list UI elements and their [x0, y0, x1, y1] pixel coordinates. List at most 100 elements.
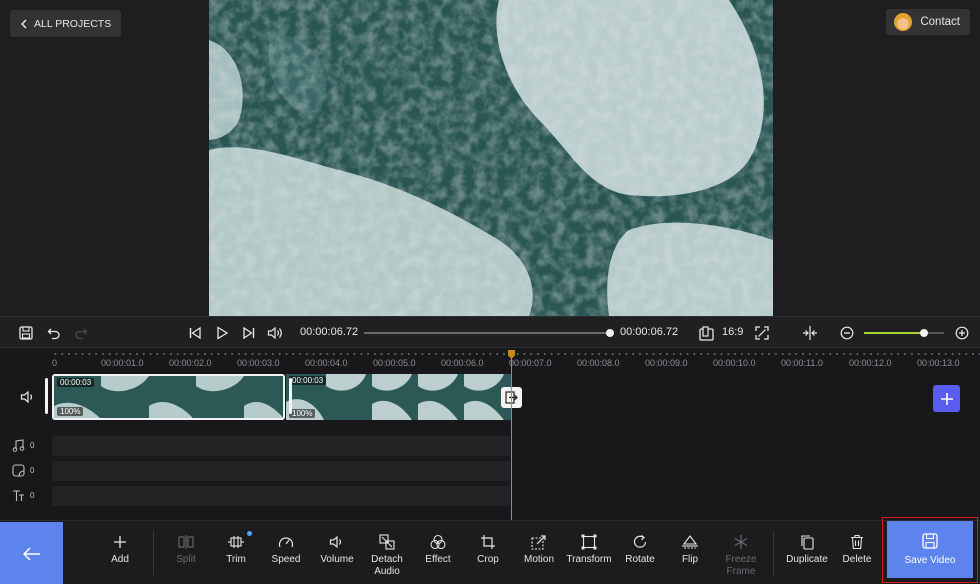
save-video-button[interactable]: Save Video	[887, 521, 973, 578]
split-icon	[177, 533, 195, 551]
snowflake-icon	[732, 533, 750, 551]
ruler-tick: 00:00:12.0	[849, 358, 892, 368]
new-badge-dot	[247, 531, 252, 536]
freeze-frame-tool[interactable]: Freeze Frame	[716, 533, 766, 578]
sticker-track-lane[interactable]	[52, 461, 510, 481]
skip-start-icon[interactable]	[186, 324, 204, 342]
split-tool-label: Split	[176, 554, 196, 565]
ruler-tick: 00:00:11.0	[781, 358, 823, 368]
support-avatar-icon	[894, 13, 913, 31]
split-tool[interactable]: Split	[161, 533, 211, 566]
plus-icon	[940, 392, 953, 405]
crop-tool[interactable]: Crop	[463, 533, 513, 566]
duplicate-icon	[798, 533, 816, 551]
ruler-tick: 00:00:06.0	[441, 358, 484, 368]
zoom-slider-fill	[864, 332, 924, 334]
add-tool[interactable]: Add	[95, 533, 145, 566]
toolbar-divider	[153, 531, 154, 575]
music-track-header[interactable]: 0	[12, 439, 40, 452]
save-project-icon[interactable]	[17, 324, 35, 342]
clip-duration: 00:00:03	[289, 376, 327, 385]
zoom-slider[interactable]	[864, 329, 944, 337]
trim-tool[interactable]: Trim	[211, 531, 261, 566]
text-track-header[interactable]: 0	[12, 489, 40, 502]
music-track-lane[interactable]	[52, 436, 510, 456]
volume-icon	[328, 533, 346, 551]
aspect-ratio-icon[interactable]	[697, 324, 715, 342]
save-video-label: Save Video	[904, 555, 956, 566]
clip-split-handle[interactable]	[289, 378, 292, 414]
playhead[interactable]	[511, 351, 512, 520]
transform-tool-label: Transform	[566, 554, 612, 565]
ruler-tick: 00:00:02.0	[169, 358, 212, 368]
ruler-tick: 00:00:07.0	[509, 358, 552, 368]
delete-tool[interactable]: Delete	[832, 533, 882, 566]
aspect-ratio-label[interactable]: 16:9	[722, 326, 743, 338]
ruler-tick: 00:00:01.0	[101, 358, 144, 368]
detach-audio-icon	[378, 533, 396, 551]
clip-volume: 100%	[289, 409, 316, 418]
duplicate-tool[interactable]: Duplicate	[782, 533, 832, 566]
detach-audio-tool[interactable]: Detach Audio	[362, 533, 412, 578]
sticker-track-header[interactable]: 0	[12, 464, 40, 477]
motion-icon	[530, 533, 548, 551]
speedometer-icon	[277, 533, 295, 551]
fullscreen-icon[interactable]	[753, 324, 771, 342]
playback-bar: 00:00:06.72 00:00:06.72 16:9	[0, 316, 980, 348]
plus-icon	[111, 533, 129, 551]
crop-tool-label: Crop	[477, 554, 499, 565]
video-track: 00:00:03 100% 00:00:03 100%	[52, 374, 512, 420]
ruler-dots	[52, 353, 980, 355]
effect-tool[interactable]: Effect	[413, 533, 463, 566]
rotate-tool[interactable]: Rotate	[615, 533, 665, 566]
volume-tool[interactable]: Volume	[312, 533, 362, 566]
contact-label: Contact	[920, 16, 960, 28]
speed-tool-label: Speed	[271, 554, 301, 565]
zoom-slider-handle[interactable]	[920, 329, 928, 337]
trash-icon	[848, 533, 866, 551]
progress-handle[interactable]	[606, 329, 614, 337]
flip-tool[interactable]: Flip	[665, 533, 715, 566]
collapse-toolbar-button[interactable]	[0, 522, 63, 584]
crop-icon	[479, 533, 497, 551]
progress-bar[interactable]	[364, 329, 614, 337]
undo-icon[interactable]	[45, 324, 63, 342]
rotate-icon	[631, 533, 649, 551]
timeline[interactable]: 0 00:00:01.0 00:00:02.0 00:00:03.0 00:00…	[0, 348, 980, 520]
ocean-waves-image	[209, 0, 773, 316]
fit-timeline-icon[interactable]	[801, 324, 819, 342]
ruler-tick: 00:00:08.0	[577, 358, 620, 368]
text-icon	[13, 490, 24, 501]
motion-tool[interactable]: Motion	[514, 533, 564, 566]
time-ruler[interactable]: 0 00:00:01.0 00:00:02.0 00:00:03.0 00:00…	[0, 348, 980, 370]
video-clip[interactable]: 00:00:03 100%	[52, 374, 285, 420]
redo-icon[interactable]	[72, 324, 90, 342]
rotate-tool-label: Rotate	[625, 554, 655, 565]
play-icon[interactable]	[213, 324, 231, 342]
freeze-frame-label-2: Frame	[726, 566, 756, 577]
all-projects-button[interactable]: ALL PROJECTS	[10, 10, 122, 37]
speed-tool[interactable]: Speed	[261, 533, 311, 566]
video-preview[interactable]	[209, 0, 773, 316]
add-tool-label: Add	[111, 554, 129, 565]
contact-button[interactable]: Contact	[886, 9, 970, 35]
track-mute-icon[interactable]	[20, 390, 36, 409]
ruler-tick: 00:00:05.0	[373, 358, 416, 368]
transform-tool[interactable]: Transform	[564, 533, 614, 566]
detach-audio-label-1: Detach	[371, 554, 403, 565]
add-media-button[interactable]	[933, 385, 960, 412]
clip-left-handle[interactable]	[45, 378, 48, 414]
ruler-tick: 00:00:13.0	[917, 358, 960, 368]
total-time: 00:00:06.72	[620, 326, 679, 338]
skip-end-icon[interactable]	[240, 324, 258, 342]
text-track-lane[interactable]	[52, 486, 510, 506]
sticker-track-count: 0	[30, 466, 35, 475]
speaker-icon[interactable]	[266, 324, 284, 342]
trim-tool-label: Trim	[226, 554, 246, 565]
zoom-in-icon[interactable]	[953, 324, 971, 342]
zoom-out-icon[interactable]	[838, 324, 856, 342]
video-clip[interactable]: 00:00:03 100%	[286, 374, 512, 420]
flip-tool-label: Flip	[681, 554, 699, 565]
clip-volume: 100%	[57, 407, 84, 416]
toolbar-divider	[773, 531, 774, 575]
